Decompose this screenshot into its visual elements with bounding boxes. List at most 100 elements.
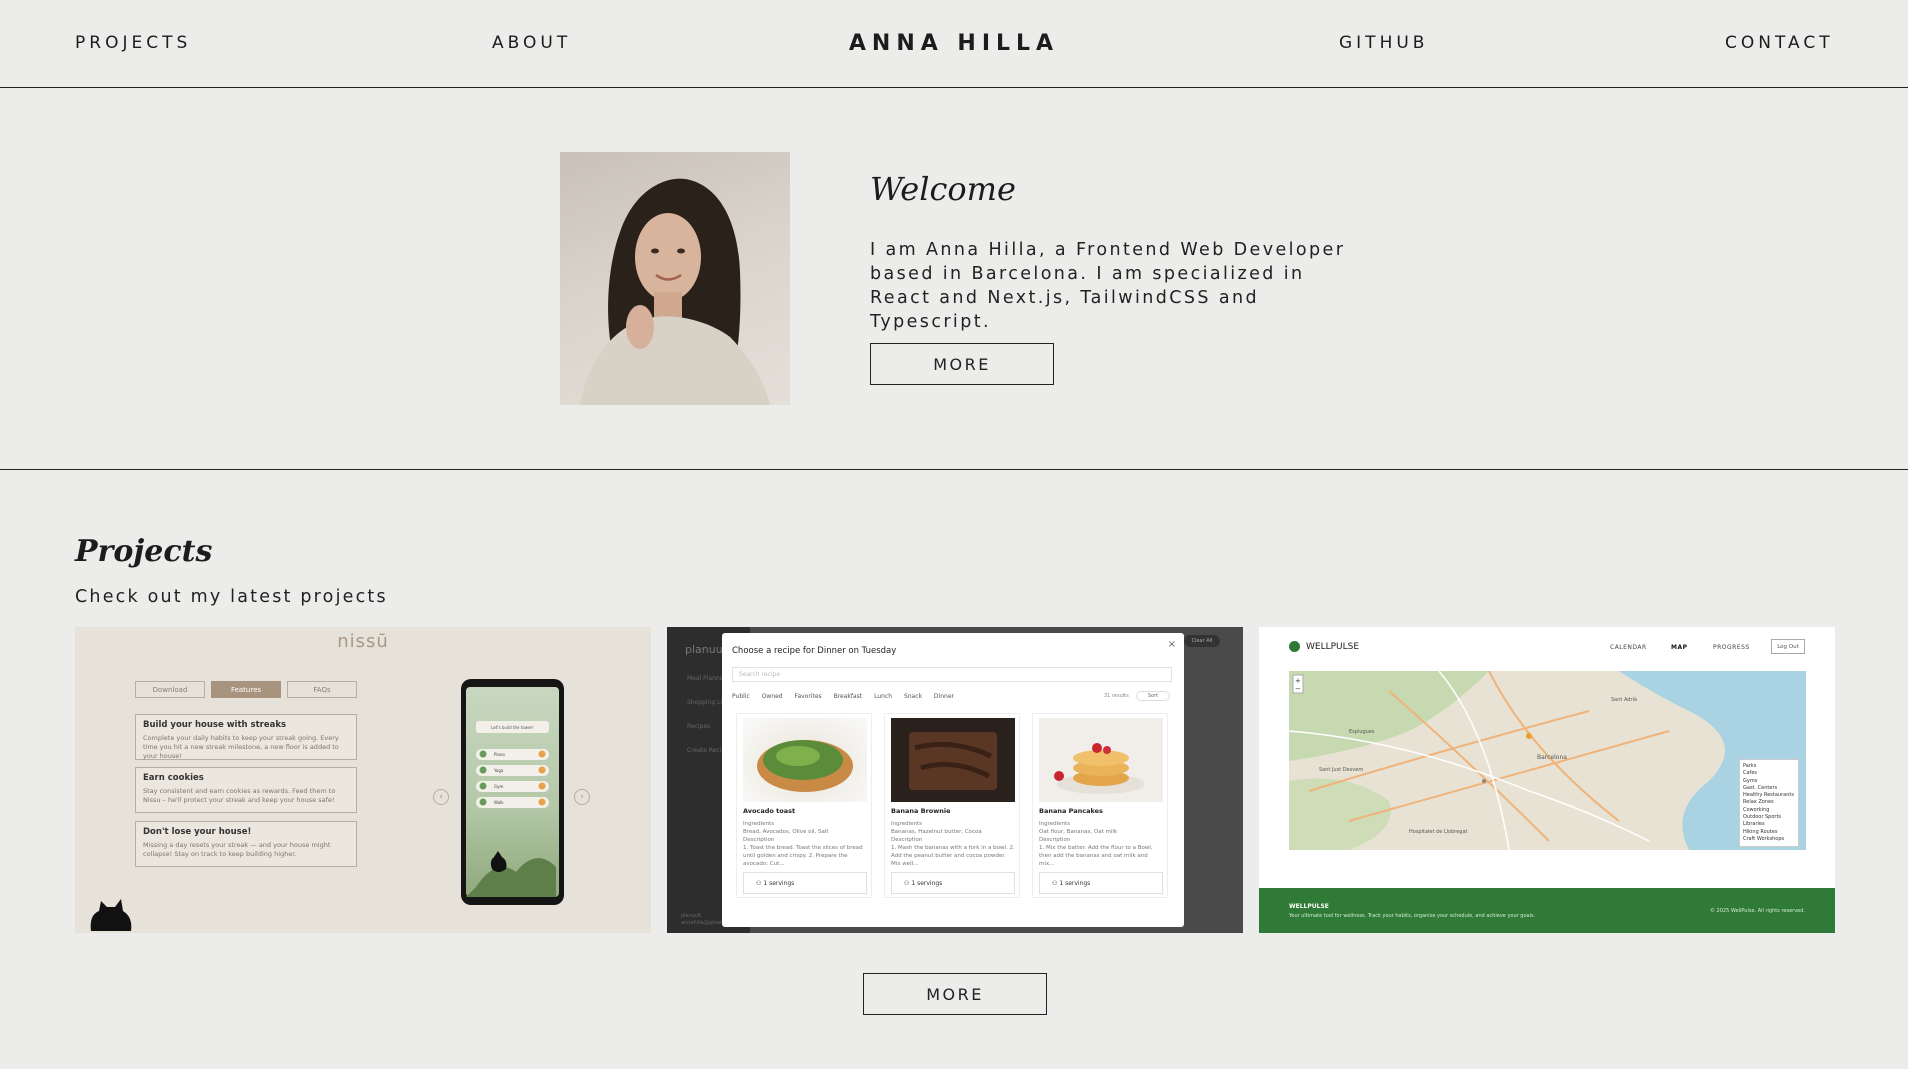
project-card-planuu[interactable]: planuu Meal Planner Shopping List Recipe… bbox=[667, 627, 1243, 933]
nissu-feature-title: Earn cookies bbox=[143, 773, 204, 783]
svg-text:+: + bbox=[1295, 677, 1301, 685]
nav-link-projects[interactable]: PROJECTS bbox=[75, 33, 191, 53]
recipe-servings-value: 1 bbox=[763, 880, 768, 887]
recipe-card: Avocado toast Ingredients Bread, Avocado… bbox=[736, 713, 872, 898]
site-logo-text[interactable]: ANNA HILLA bbox=[849, 31, 1059, 56]
recipe-servings-label: servings bbox=[769, 880, 795, 887]
site-logo: ANNA HILLA bbox=[0, 31, 1908, 56]
planuu-filter: Lunch bbox=[874, 693, 893, 700]
nissu-tab-faqs: FAQs bbox=[287, 681, 357, 698]
user-icon: ⚇ bbox=[904, 880, 910, 887]
recipe-image bbox=[891, 718, 1015, 802]
recipe-image bbox=[743, 718, 867, 802]
recipe-description: 1. Mix the batter. Add the flour to a Bo… bbox=[1039, 845, 1153, 867]
cat-logo-icon bbox=[90, 899, 132, 931]
phone-mockup: Let's build the tower! Piano Yoga Gym Wa… bbox=[461, 679, 564, 905]
recipe-card: Banana Pancakes Ingredients Oat flour, B… bbox=[1032, 713, 1168, 898]
wellpulse-nav-progress: PROGRESS bbox=[1713, 644, 1750, 651]
projects-subtitle: Check out my latest projects bbox=[75, 587, 388, 607]
wellpulse-map: Barcelona Sant Adrià Hospitalet de Llobr… bbox=[1289, 671, 1806, 850]
projects-title: Projects bbox=[75, 534, 213, 569]
chevron-left-icon: ‹ bbox=[433, 789, 449, 805]
recipe-card: Banana Brownie Ingredients Bananas, Haze… bbox=[884, 713, 1020, 898]
planuu-logo: planuu bbox=[685, 643, 723, 656]
wellpulse-footer-copyright: © 2025 WellPulse. All rights reserved. bbox=[1709, 908, 1805, 914]
planuu-filter: Public bbox=[732, 693, 750, 700]
hero-section: Welcome I am Anna Hilla, a Frontend Web … bbox=[0, 88, 1908, 470]
welcome-title: Welcome bbox=[870, 170, 1016, 208]
welcome-text: I am Anna Hilla, a Frontend Web Develope… bbox=[870, 240, 1346, 332]
wellpulse-brand: WELLPULSE bbox=[1306, 641, 1360, 652]
recipe-ingredients-label: Ingredients bbox=[891, 821, 923, 827]
recipe-servings: ⚇ 1 servings bbox=[891, 872, 1015, 894]
wellpulse-header: WELLPULSE bbox=[1289, 641, 1359, 652]
planuu-results: 31 results bbox=[1104, 693, 1129, 699]
planuu-sort: Sort bbox=[1136, 691, 1170, 701]
map-label: Esplugues bbox=[1349, 729, 1375, 735]
project-card-nissu[interactable]: nissū Download Features FAQs Build your … bbox=[75, 627, 651, 933]
wellpulse-nav-map: MAP bbox=[1671, 644, 1688, 651]
user-icon: ⚇ bbox=[1052, 880, 1058, 887]
wellpulse-footer-title: WELLPULSE bbox=[1289, 903, 1329, 910]
nissu-logo: nissū bbox=[337, 631, 389, 652]
nav-link-github[interactable]: GITHUB bbox=[1339, 33, 1428, 53]
legend-item: Coworking bbox=[1743, 806, 1770, 813]
legend-item: Gast. Centers bbox=[1743, 784, 1778, 791]
recipe-ingredients-label: Ingredients bbox=[1039, 821, 1071, 827]
recipe-servings-value: 1 bbox=[1059, 880, 1064, 887]
nav-link-contact[interactable]: CONTACT bbox=[1725, 33, 1834, 53]
nissu-tab-features: Features bbox=[211, 681, 281, 698]
recipe-name: Banana Pancakes bbox=[1039, 807, 1103, 815]
planuu-filter: Favorites bbox=[794, 693, 822, 700]
recipe-servings-label: servings bbox=[1065, 880, 1091, 887]
planuu-search: Search recipe bbox=[732, 667, 1172, 682]
recipe-servings-label: servings bbox=[917, 880, 943, 887]
planuu-filter: Dinner bbox=[933, 693, 954, 700]
recipe-ingredients: Bananas, Hazelnut butter, Cocoa bbox=[891, 829, 982, 835]
legend-item: Craft Workshops bbox=[1743, 835, 1785, 842]
nav-link-about[interactable]: ABOUT bbox=[492, 33, 571, 53]
about-more-button[interactable]: MORE bbox=[870, 343, 1054, 385]
legend-item: Healthy Restaurants bbox=[1743, 792, 1794, 799]
map-label: Barcelona bbox=[1537, 754, 1567, 761]
planuu-filters: Public Owned Favorites Breakfast Lunch S… bbox=[732, 693, 954, 700]
map-label: Hospitalet de Llobregat bbox=[1409, 829, 1468, 835]
legend-item: Outdoor Sports bbox=[1743, 814, 1782, 821]
project-card-wellpulse[interactable]: WELLPULSE CALENDAR MAP PROGRESS Log Out … bbox=[1259, 627, 1835, 933]
legend-item: Libraries bbox=[1743, 821, 1765, 828]
top-navigation: PROJECTS ABOUT ANNA HILLA GITHUB CONTACT bbox=[0, 0, 1908, 88]
legend-item: Hiking Routes bbox=[1743, 828, 1778, 835]
svg-text:−: − bbox=[1295, 685, 1301, 693]
recipe-name: Avocado toast bbox=[743, 807, 796, 815]
recipe-ingredients: Bread, Avocados, Olive oil, Salt bbox=[743, 829, 829, 835]
map-label: Sant Adrià bbox=[1611, 696, 1637, 703]
recipe-description: 1. Toast the bread. Toast the slices of … bbox=[743, 845, 863, 867]
wellpulse-logo-icon bbox=[1289, 641, 1300, 652]
legend-item: Parks bbox=[1743, 763, 1757, 769]
nissu-feature-title: Build your house with streaks bbox=[143, 720, 287, 730]
recipe-meta: Ingredients Bread, Avocados, Olive oil, … bbox=[743, 820, 867, 868]
projects-more-button[interactable]: MORE bbox=[863, 973, 1047, 1015]
planuu-clear-all: Clear All bbox=[1184, 635, 1220, 647]
recipe-meta: Ingredients Bananas, Hazelnut butter, Co… bbox=[891, 820, 1015, 868]
recipe-description-label: Description bbox=[891, 837, 923, 843]
planuu-sidebar-item: Meal Planner bbox=[687, 675, 726, 682]
recipe-description-label: Description bbox=[1039, 837, 1071, 843]
planuu-filter: Breakfast bbox=[833, 693, 863, 700]
planuu-filter: Snack bbox=[903, 693, 922, 700]
nissu-feature-title: Don't lose your house! bbox=[143, 827, 252, 837]
legend-item: Cafes bbox=[1743, 770, 1757, 777]
recipe-servings-value: 1 bbox=[911, 880, 916, 887]
chevron-right-icon: › bbox=[574, 789, 590, 805]
recipe-name: Banana Brownie bbox=[891, 807, 951, 815]
recipe-ingredients-label: Ingredients bbox=[743, 821, 775, 827]
recipe-ingredients: Oat flour, Bananas, Oat milk bbox=[1039, 829, 1118, 835]
planuu-modal-title: Choose a recipe for Dinner on Tuesday bbox=[732, 646, 897, 656]
legend-item: Gyms bbox=[1743, 777, 1758, 784]
recipe-description: 1. Mash the bananas with a fork in a bow… bbox=[891, 845, 1015, 867]
close-icon: × bbox=[1167, 639, 1176, 650]
recipe-image bbox=[1039, 718, 1163, 802]
nissu-feature-text: Stay consistent and earn cookies as rewa… bbox=[143, 787, 336, 804]
wellpulse-footer: WELLPULSE Your ultimate tool for wellnes… bbox=[1259, 888, 1835, 933]
map-label: Sant Just Desvern bbox=[1319, 767, 1363, 773]
